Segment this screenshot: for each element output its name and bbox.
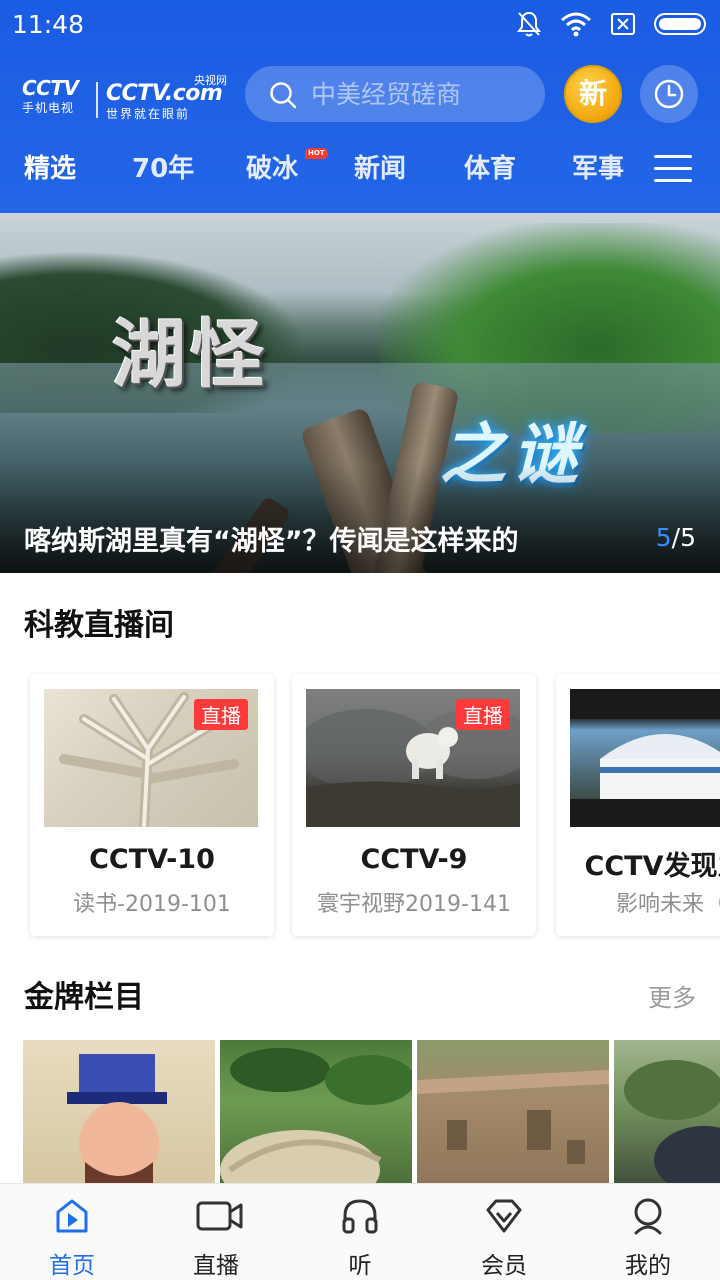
more-link[interactable]: 更多 <box>648 978 696 1013</box>
live-card[interactable]: 直播 CCTV-10 读书-2019-101 <box>30 674 274 936</box>
live-program-name: 寰宇视野2019-141 <box>317 892 511 917</box>
logo-divider <box>96 82 98 118</box>
pager-current: 5 <box>655 523 672 552</box>
hero-banner[interactable]: 湖怪 之谜 喀纳斯湖里真有“湖怪”？传闻是这样来的 5/5 <box>0 213 720 573</box>
emperor-portrait-art <box>67 1054 167 1190</box>
live-channel-name: CCTV-10 <box>89 844 215 875</box>
live-tag: 直播 <box>194 699 248 730</box>
headphones-icon <box>342 1199 378 1234</box>
video-camera-icon <box>196 1201 243 1231</box>
pager-total: /5 <box>671 523 696 552</box>
live-thumbnail: 直播 <box>44 689 258 827</box>
bottom-tab-bar: 首页 直播 听 会员 我的 <box>0 1183 720 1280</box>
tab-label: 听 <box>348 1253 372 1279</box>
new-badge-button[interactable]: 新 <box>564 65 622 123</box>
live-card[interactable]: 直播 CCTV发现之旅 影响未来（0 <box>556 674 720 936</box>
status-icons <box>516 10 706 38</box>
banner-caption: 喀纳斯湖里真有“湖怪”？传闻是这样来的 <box>24 526 519 557</box>
tab-label: 我的 <box>625 1253 671 1279</box>
live-tag: 直播 <box>456 699 510 730</box>
status-bar: 11:48 <box>0 0 720 50</box>
section-title-gold: 金牌栏目 <box>24 980 144 1015</box>
tab-profile[interactable]: 我的 <box>576 1184 720 1280</box>
tab-label: 直播 <box>193 1253 239 1279</box>
top-bar: CCTV 手机电视 央视网 CCTV.com 世界就在眼前 新 <box>0 62 720 126</box>
tab-live[interactable]: 直播 <box>144 1184 288 1280</box>
tab-label: 会员 <box>481 1253 527 1279</box>
gold-program-thumbnail[interactable] <box>417 1040 609 1190</box>
logo-cctv-com: 央视网 CCTV.com 世界就在眼前 <box>106 74 236 121</box>
nav-item-news[interactable]: 新闻 <box>354 148 406 185</box>
live-channel-name: CCTV-9 <box>360 844 468 875</box>
battery-fill <box>659 18 701 30</box>
hot-badge: HOT <box>305 148 328 159</box>
gold-program-thumbnail[interactable] <box>23 1040 215 1190</box>
live-card[interactable]: 直播 CCTV-9 寰宇视野2019-141 <box>292 674 536 936</box>
gold-program-row <box>0 1040 720 1190</box>
excavation-art <box>417 1070 609 1164</box>
tab-vip[interactable]: 会员 <box>432 1184 576 1280</box>
gold-program-thumbnail[interactable] <box>614 1040 720 1190</box>
live-thumbnail: 直播 <box>306 689 520 827</box>
search-input[interactable] <box>311 76 531 112</box>
nav-item-icebreak[interactable]: 破冰 <box>246 148 298 185</box>
menu-icon[interactable] <box>654 155 692 185</box>
logo-sub-left: 手机电视 <box>22 101 75 115</box>
live-program-name: 影响未来（0 <box>616 892 720 917</box>
screen: 11:48 CCTV 手机电视 央视网 CCTV.com 世界就在眼前 中美经贸… <box>0 0 720 1280</box>
logo-sub-right: 世界就在眼前 <box>106 107 191 121</box>
nav-item-military[interactable]: 军事 <box>572 148 624 185</box>
banner-pager: 5/5 <box>656 523 696 552</box>
search-icon <box>270 82 297 109</box>
gold-program-thumbnail[interactable] <box>220 1040 412 1190</box>
live-thumbnail: 直播 <box>570 689 720 827</box>
diamond-icon <box>486 1199 522 1233</box>
tab-label: 首页 <box>49 1253 95 1279</box>
history-button[interactable] <box>640 65 698 123</box>
cctv-logo[interactable]: CCTV 手机电视 央视网 CCTV.com 世界就在眼前 <box>22 70 227 121</box>
nav-item-70years[interactable]: 70年 <box>132 148 194 185</box>
mute-bell-icon <box>517 11 541 37</box>
wifi-icon <box>561 12 591 37</box>
pangolin-art <box>220 1048 412 1190</box>
live-program-name: 读书-2019-101 <box>73 892 231 917</box>
header: 11:48 CCTV 手机电视 央视网 CCTV.com 世界就在眼前 中美经贸… <box>0 0 720 213</box>
clock-icon <box>654 79 684 109</box>
logo-mark: 央视网 <box>194 74 227 87</box>
home-play-icon <box>56 1199 88 1233</box>
logo-mobile-tv: CCTV 手机电视 <box>22 78 86 115</box>
user-icon <box>634 1198 662 1235</box>
search-bar[interactable] <box>245 66 545 122</box>
channel-nav: 精选 70年 破冰 HOT 新闻 体育 军事 <box>0 148 720 194</box>
banner-art-title: 湖怪 <box>112 312 268 398</box>
wildlife-art <box>624 1060 720 1190</box>
tab-listen[interactable]: 听 <box>288 1184 432 1280</box>
battery-icon <box>654 13 706 35</box>
nav-item-sports[interactable]: 体育 <box>464 148 516 185</box>
yurt-art <box>570 689 720 827</box>
logo-brand-left: CCTV <box>22 76 79 100</box>
tab-home[interactable]: 首页 <box>0 1184 144 1280</box>
section-title-live: 科教直播间 <box>24 608 174 643</box>
nav-item-featured[interactable]: 精选 <box>24 148 76 185</box>
no-sim-icon <box>611 13 635 35</box>
live-card-row: 直播 CCTV-10 读书-2019-101 直播 CCTV-9 寰宇视野201… <box>0 660 720 950</box>
live-channel-name: CCTV发现之旅 <box>584 851 720 882</box>
status-time: 11:48 <box>12 10 85 39</box>
